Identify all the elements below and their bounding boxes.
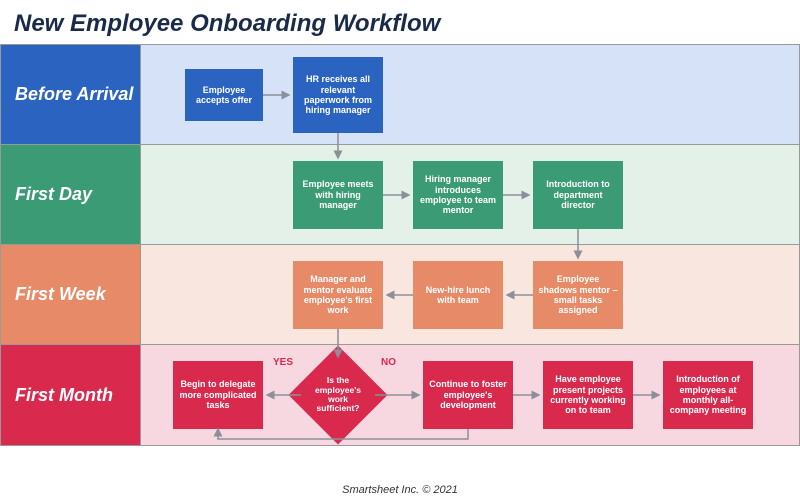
lane-before-arrival: Employee accepts offer HR receives all r…: [141, 45, 799, 144]
node-lunch: New-hire lunch with team: [413, 261, 503, 329]
node-intro-mentor: Hiring manager introduces employee to te…: [413, 161, 503, 229]
node-accept-offer: Employee accepts offer: [185, 69, 263, 121]
tag-no: NO: [381, 357, 396, 368]
lane-first-week: Manager and mentor evaluate employee's f…: [141, 245, 799, 344]
node-decision-sufficient: Is the employee's work sufficient?: [303, 360, 373, 430]
workflow-grid: Before Arrival Employee accepts offer HR…: [0, 44, 800, 446]
row-first-day: First Day Employee meets with hiring man…: [1, 145, 799, 245]
node-evaluate-work: Manager and mentor evaluate employee's f…: [293, 261, 383, 329]
row-label-first-month: First Month: [1, 345, 141, 445]
row-label-before-arrival: Before Arrival: [1, 45, 141, 144]
page-title: New Employee Onboarding Workflow: [0, 0, 800, 44]
node-hr-paperwork: HR receives all relevant paperwork from …: [293, 57, 383, 133]
tag-yes: YES: [273, 357, 293, 368]
node-foster-development: Continue to foster employee's developmen…: [423, 361, 513, 429]
row-first-month: First Month Begin to delegate more compl…: [1, 345, 799, 445]
row-before-arrival: Before Arrival Employee accepts offer HR…: [1, 45, 799, 145]
node-shadow-mentor: Employee shadows mentor – small tasks as…: [533, 261, 623, 329]
node-monthly-meeting: Introduction of employees at monthly all…: [663, 361, 753, 429]
lane-first-day: Employee meets with hiring manager Hirin…: [141, 145, 799, 244]
row-label-first-week: First Week: [1, 245, 141, 344]
row-label-first-day: First Day: [1, 145, 141, 244]
footer-credit: Smartsheet Inc. © 2021: [0, 484, 800, 496]
node-present-projects: Have employee present projects currently…: [543, 361, 633, 429]
node-intro-director: Introduction to department director: [533, 161, 623, 229]
node-meet-manager: Employee meets with hiring manager: [293, 161, 383, 229]
node-delegate-tasks: Begin to delegate more complicated tasks: [173, 361, 263, 429]
lane-first-month: Begin to delegate more complicated tasks…: [141, 345, 799, 445]
row-first-week: First Week Manager and mentor evaluate e…: [1, 245, 799, 345]
decision-label: Is the employee's work sufficient?: [303, 360, 373, 430]
